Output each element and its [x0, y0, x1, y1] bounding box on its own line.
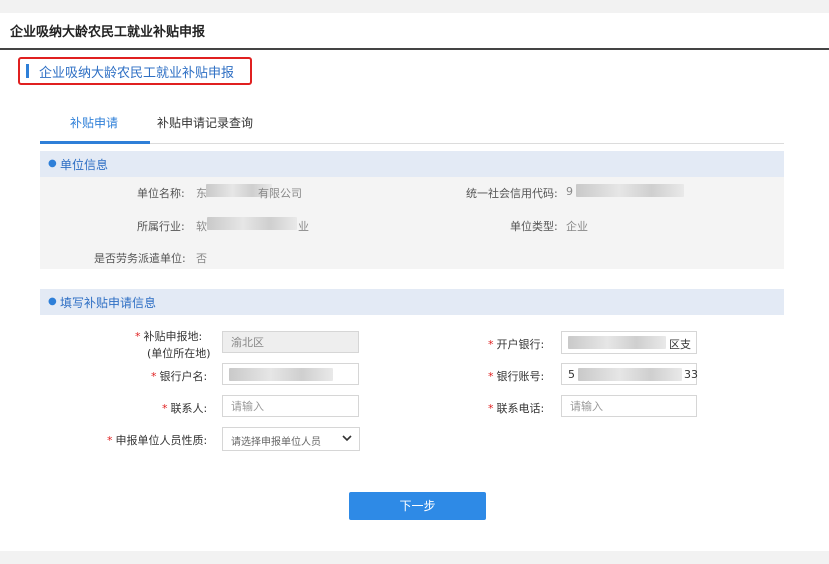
location-sublabel: (单位所在地): [147, 347, 211, 360]
section-heading-text: 企业吸纳大龄农民工就业补贴申报: [39, 66, 235, 81]
account-name-input[interactable]: [222, 363, 359, 385]
bank-input[interactable]: 区支: [561, 331, 697, 354]
section-heading-highlight: 企业吸纳大龄农民工就业补贴申报: [18, 57, 252, 85]
unit-info-header: ● 单位信息: [40, 151, 784, 177]
labor-dispatch-value: 否: [196, 252, 207, 265]
apply-form-heading: 填写补贴申请信息: [60, 296, 157, 310]
account-no-label: * 银行账号:: [488, 370, 545, 383]
credit-code-label: 统一社会信用代码:: [466, 187, 558, 200]
tab-bar: 补贴申请 补贴申请记录查询: [40, 86, 784, 144]
redacted-mask: [576, 184, 684, 197]
tab-subsidy-apply[interactable]: 补贴申请: [70, 114, 118, 131]
heading-accent-bar: [26, 64, 29, 78]
staff-nature-placeholder: 请选择申报单位人员: [231, 437, 321, 448]
title-divider: [0, 48, 829, 50]
industry-value-start: 软: [196, 220, 207, 233]
redacted-mask: [229, 368, 333, 381]
location-label: * 补贴申报地:: [135, 330, 203, 343]
bullet-icon: ●: [48, 296, 57, 307]
apply-form-header: ● 填写补贴申请信息: [40, 289, 784, 315]
credit-code-value-start: 9: [566, 185, 573, 198]
unit-type-label: 单位类型:: [510, 220, 558, 233]
contact-input[interactable]: [222, 395, 359, 417]
tab-apply-records[interactable]: 补贴申请记录查询: [157, 114, 253, 131]
unit-name-value-end: 有限公司: [258, 187, 302, 200]
account-name-label: * 银行户名:: [151, 370, 208, 383]
phone-label: * 联系电话:: [488, 402, 545, 415]
industry-label: 所属行业:: [137, 220, 185, 233]
active-tab-underline: [40, 141, 150, 144]
staff-nature-label: * 申报单位人员性质:: [107, 434, 208, 447]
account-no-end: 33: [684, 368, 698, 381]
contact-label: * 联系人:: [162, 402, 208, 415]
redacted-mask: [568, 336, 666, 349]
bullet-icon: ●: [48, 158, 57, 169]
chevron-down-icon: [342, 435, 352, 442]
unit-info-heading: 单位信息: [60, 158, 109, 172]
redacted-mask: [578, 368, 682, 381]
industry-value-end: 业: [298, 220, 309, 233]
page-title: 企业吸纳大龄农民工就业补贴申报: [10, 25, 206, 40]
redacted-mask: [207, 217, 297, 230]
next-step-button[interactable]: 下一步: [349, 492, 486, 520]
phone-input[interactable]: [561, 395, 697, 417]
bank-value-end: 区支: [669, 338, 691, 351]
account-no-start: 5: [568, 368, 575, 381]
location-input: [222, 331, 359, 353]
bank-label: * 开户银行:: [488, 338, 545, 351]
staff-nature-select[interactable]: 请选择申报单位人员: [222, 427, 360, 451]
unit-type-value: 企业: [566, 220, 588, 233]
account-no-input[interactable]: 5 33: [561, 363, 698, 385]
labor-dispatch-label: 是否劳务派遣单位:: [94, 252, 186, 265]
unit-name-label: 单位名称:: [137, 187, 185, 200]
